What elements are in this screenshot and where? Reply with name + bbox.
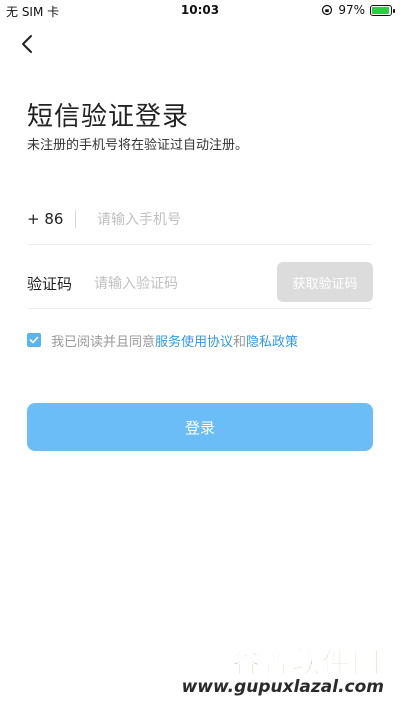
country-code-divider bbox=[75, 210, 76, 228]
get-code-button[interactable]: 获取验证码 bbox=[277, 262, 373, 302]
agreement-and: 和 bbox=[233, 334, 247, 350]
status-indicators: 97% bbox=[321, 3, 395, 17]
code-row: 验证码 获取验证码 bbox=[27, 258, 373, 309]
phone-row: + 86 bbox=[27, 196, 373, 245]
country-code[interactable]: + 86 bbox=[27, 210, 63, 228]
code-label: 验证码 bbox=[27, 275, 73, 293]
watermark-url: www.gupuxlazal.com bbox=[181, 677, 384, 697]
watermark-title: 谷普软件园 bbox=[231, 646, 382, 680]
agreement-row: 我已阅读并且同意 服务使用协议 和 隐私政策 bbox=[27, 330, 380, 350]
page-title: 短信验证登录 bbox=[27, 102, 190, 132]
back-button[interactable] bbox=[14, 30, 42, 58]
rotation-lock-icon bbox=[322, 4, 333, 16]
agreement-text: 我已阅读并且同意 bbox=[51, 334, 156, 350]
battery-icon bbox=[370, 4, 395, 16]
checkmark-icon bbox=[29, 336, 39, 344]
code-input[interactable] bbox=[92, 268, 271, 300]
login-screen: 无 SIM 卡 10:03 97% 短信验证登录 未注册的手机号将在验证过自动注… bbox=[0, 0, 400, 711]
status-bar: 无 SIM 卡 10:03 97% bbox=[0, 0, 400, 22]
battery-fill bbox=[372, 6, 389, 14]
watermark: 谷普软件园 www.gupuxlazal.com bbox=[182, 641, 388, 701]
phone-input[interactable] bbox=[95, 204, 369, 236]
chevron-left-icon bbox=[22, 35, 32, 53]
page-subtitle: 未注册的手机号将在验证过自动注册。 bbox=[27, 138, 249, 153]
privacy-link[interactable]: 隐私政策 bbox=[246, 331, 298, 350]
login-button[interactable]: 登录 bbox=[27, 403, 373, 451]
terms-link[interactable]: 服务使用协议 bbox=[155, 331, 233, 350]
battery-percent: 97% bbox=[338, 3, 365, 17]
agreement-checkbox[interactable] bbox=[27, 333, 41, 347]
